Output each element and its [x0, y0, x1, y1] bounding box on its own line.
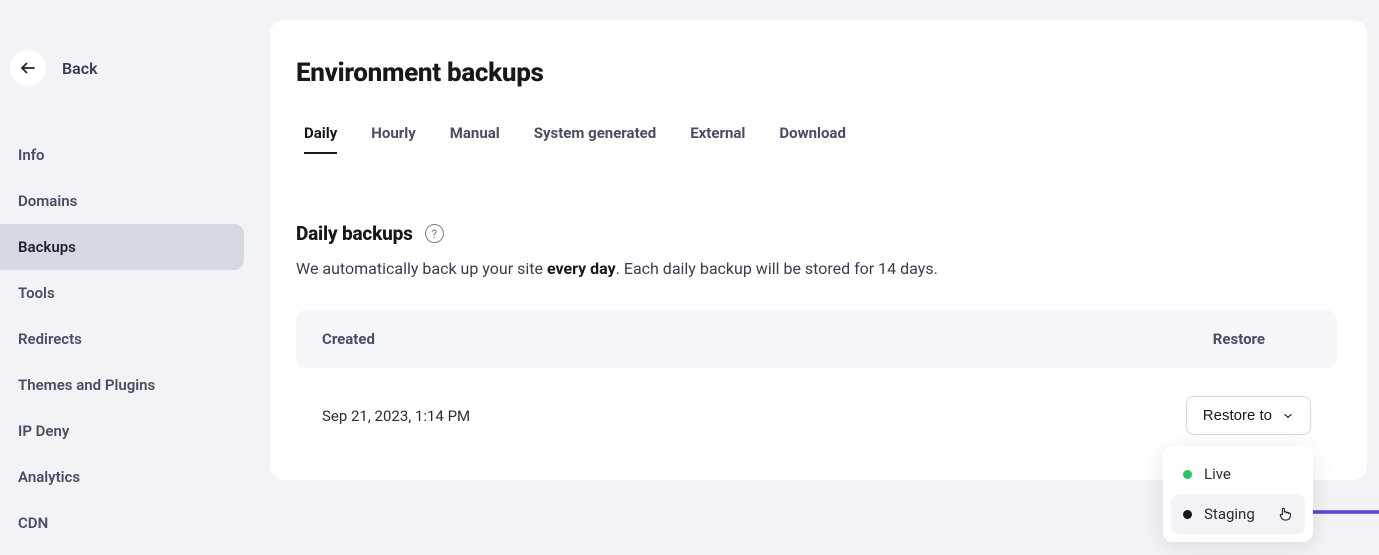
- status-dot-icon: [1183, 470, 1192, 479]
- status-dot-icon: [1183, 510, 1192, 519]
- sidebar-item-tools[interactable]: Tools: [0, 270, 244, 316]
- annotation-arrow-icon: [1306, 502, 1379, 522]
- sidebar-item-info[interactable]: Info: [0, 132, 244, 178]
- th-created: Created: [322, 330, 375, 348]
- sidebar-item-cdn[interactable]: CDN: [0, 500, 244, 546]
- sidebar-item-label: Info: [18, 146, 45, 164]
- dropdown-item-label: Staging: [1204, 505, 1255, 523]
- th-restore: Restore: [1213, 330, 1311, 348]
- sidebar-item-label: CDN: [18, 514, 48, 532]
- tab-label: Manual: [450, 124, 500, 142]
- main-content: Environment backups Daily Hourly Manual …: [270, 0, 1379, 555]
- table-row: Sep 21, 2023, 1:14 PM Restore to: [296, 378, 1337, 453]
- back-label: Back: [62, 59, 98, 78]
- sidebar: Back Info Domains Backups Tools Redirect…: [0, 0, 270, 555]
- sidebar-item-ip-deny[interactable]: IP Deny: [0, 408, 244, 454]
- desc-bold: every day: [547, 259, 616, 278]
- page-title: Environment backups: [296, 58, 1337, 88]
- section-description: We automatically back up your site every…: [296, 259, 1337, 278]
- cursor-pointer-icon: [1277, 506, 1293, 522]
- help-icon[interactable]: ?: [425, 224, 444, 243]
- section-heading: Daily backups ?: [296, 222, 1337, 245]
- sidebar-item-domains[interactable]: Domains: [0, 178, 244, 224]
- sidebar-item-redirects[interactable]: Redirects: [0, 316, 244, 362]
- sidebar-item-label: Backups: [18, 238, 76, 256]
- sidebar-item-label: Themes and Plugins: [18, 376, 155, 394]
- back-button[interactable]: [10, 50, 46, 86]
- question-mark-icon: ?: [431, 227, 437, 241]
- content-card: Environment backups Daily Hourly Manual …: [270, 20, 1367, 480]
- restore-button-label: Restore to: [1203, 407, 1272, 424]
- tab-label: External: [690, 124, 745, 142]
- sidebar-nav: Info Domains Backups Tools Redirects The…: [0, 132, 270, 546]
- sidebar-item-label: Redirects: [18, 330, 82, 348]
- tab-label: Daily: [304, 124, 337, 142]
- tab-daily[interactable]: Daily: [304, 124, 337, 154]
- sidebar-item-label: IP Deny: [18, 422, 69, 440]
- tab-external[interactable]: External: [690, 124, 745, 154]
- tab-download[interactable]: Download: [779, 124, 846, 154]
- sidebar-item-backups[interactable]: Backups: [0, 224, 244, 270]
- dropdown-item-staging[interactable]: Staging: [1171, 494, 1305, 534]
- desc-prefix: We automatically back up your site: [296, 259, 547, 278]
- tab-hourly[interactable]: Hourly: [371, 124, 415, 154]
- restore-to-button[interactable]: Restore to: [1186, 396, 1311, 435]
- tab-manual[interactable]: Manual: [450, 124, 500, 154]
- tab-label: Hourly: [371, 124, 415, 142]
- arrow-left-icon: [19, 59, 37, 77]
- back-nav[interactable]: Back: [0, 50, 270, 86]
- tab-label: System generated: [534, 124, 656, 142]
- section-title: Daily backups: [296, 222, 413, 245]
- sidebar-item-themes-plugins[interactable]: Themes and Plugins: [0, 362, 244, 408]
- table-header: Created Restore: [296, 310, 1337, 368]
- sidebar-item-analytics[interactable]: Analytics: [0, 454, 244, 500]
- sidebar-item-label: Tools: [18, 284, 55, 302]
- chevron-down-icon: [1282, 410, 1294, 422]
- sidebar-item-label: Analytics: [18, 468, 80, 486]
- sidebar-item-label: Domains: [18, 192, 77, 210]
- tabs: Daily Hourly Manual System generated Ext…: [296, 124, 1337, 154]
- desc-suffix: . Each daily backup will be stored for 1…: [616, 259, 938, 278]
- restore-dropdown: Live Staging: [1163, 446, 1313, 542]
- cell-created: Sep 21, 2023, 1:14 PM: [322, 407, 470, 425]
- tab-label: Download: [779, 124, 846, 142]
- tab-system-generated[interactable]: System generated: [534, 124, 656, 154]
- dropdown-item-live[interactable]: Live: [1171, 454, 1305, 494]
- dropdown-item-label: Live: [1204, 465, 1231, 483]
